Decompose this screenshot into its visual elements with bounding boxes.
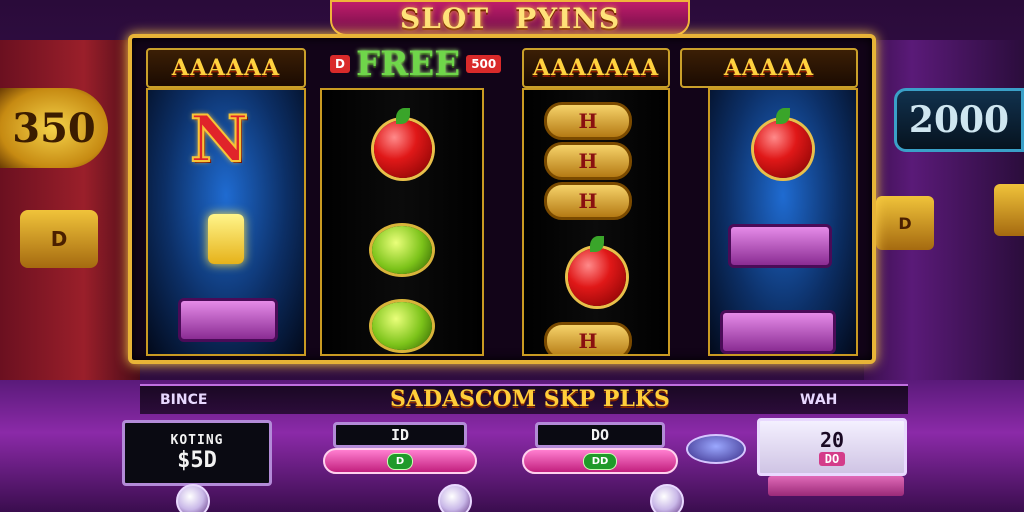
game-title-banner: SLOT PYINS bbox=[330, 0, 690, 36]
free-sign-amount: 500 bbox=[466, 55, 502, 73]
win-value: 20 bbox=[819, 428, 845, 452]
reel-4 bbox=[708, 88, 858, 356]
game-title-word-1: SLOT bbox=[399, 1, 490, 35]
winnings-display: KOTING $5D bbox=[122, 420, 272, 486]
purple-bar-symbol bbox=[178, 298, 278, 342]
reel-1-marquee: AAAAAA bbox=[146, 48, 306, 88]
bar-symbol: H bbox=[544, 102, 632, 140]
slot-machine-scene: 350 D 2000 D SLOT PYINS AAAAAA D FREE 50… bbox=[0, 0, 1024, 512]
free-sign-pill-left: D bbox=[330, 55, 350, 73]
bet-display-2: DO bbox=[535, 422, 665, 448]
cherry-symbol bbox=[374, 108, 432, 178]
game-title-word-2: PYINS bbox=[515, 1, 621, 35]
reel-cabinet: AAAAAA D FREE 500 AAAAAAA AAAAA N H H H … bbox=[128, 34, 876, 364]
bar-symbol: H bbox=[544, 322, 632, 354]
reel-3: H H H H bbox=[522, 88, 670, 356]
cherry-symbol bbox=[754, 108, 812, 178]
reel-1: N bbox=[146, 88, 306, 356]
gold-bar-symbol bbox=[208, 214, 244, 264]
win-label: WAH bbox=[800, 392, 838, 408]
balance-label: BINCE bbox=[160, 392, 208, 408]
cherry-symbol bbox=[568, 236, 626, 306]
bet-adjust-button-left-label: D bbox=[386, 452, 414, 470]
winnings-label: KOTING bbox=[170, 433, 224, 448]
background-jackpot-sign-left: 350 bbox=[0, 88, 108, 168]
lime-symbol bbox=[372, 226, 432, 274]
winnings-value: $5D bbox=[177, 448, 217, 473]
bet-adjust-button-right-label: DD bbox=[582, 452, 618, 470]
reel-4-marquee: AAAAA bbox=[680, 48, 858, 88]
letter-n-symbol: N bbox=[189, 101, 249, 178]
free-sign-text: FREE bbox=[355, 44, 461, 84]
bet-display-1: ID bbox=[333, 422, 467, 448]
spin-dial-button[interactable] bbox=[686, 434, 746, 464]
round-control-button[interactable] bbox=[176, 484, 210, 512]
treasure-chest-icon: D bbox=[876, 196, 934, 250]
bet-adjust-button-right[interactable]: DD bbox=[522, 448, 678, 474]
treasure-chest-icon bbox=[994, 184, 1024, 236]
bet-adjust-button-left[interactable]: D bbox=[323, 448, 477, 474]
treasure-chest-icon: D bbox=[20, 210, 98, 268]
bar-symbol: H bbox=[544, 182, 632, 220]
lime-symbol bbox=[372, 302, 432, 350]
win-sub-value: DO bbox=[818, 452, 846, 466]
win-display: 20 DO bbox=[757, 418, 907, 476]
purple-bar-symbol bbox=[728, 224, 832, 268]
round-control-button[interactable] bbox=[650, 484, 684, 512]
purple-bar-symbol bbox=[720, 310, 836, 354]
reel-3-marquee: AAAAAAA bbox=[522, 48, 670, 88]
reel-2 bbox=[320, 88, 484, 356]
round-control-button[interactable] bbox=[438, 484, 472, 512]
console-headline: SADASCOM SKP PLKS bbox=[390, 386, 670, 412]
bar-symbol: H bbox=[544, 142, 632, 180]
background-jackpot-sign-right: 2000 bbox=[894, 88, 1024, 152]
win-display-base bbox=[768, 476, 904, 496]
free-spins-sign: D FREE 500 bbox=[330, 44, 520, 84]
